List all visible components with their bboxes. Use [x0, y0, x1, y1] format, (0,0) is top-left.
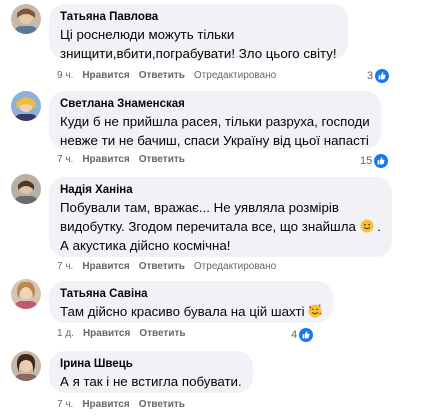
reactions-summary[interactable]: 15	[360, 153, 389, 169]
like-button[interactable]: Нравится	[82, 153, 129, 167]
comment-text-line: Там дійсно красиво бувала на цій шахті	[60, 302, 322, 321]
like-reaction-icon	[299, 328, 314, 342]
reply-button[interactable]: Ответить	[139, 153, 185, 167]
slightly-smiling-face-emoji	[360, 219, 374, 233]
avatar-photo	[11, 279, 41, 309]
reply-button[interactable]: Ответить	[139, 327, 185, 341]
comment-meta: 7 ч. Нравится Ответить	[57, 153, 194, 167]
comment-text-line: знищити,вбити,пограбувати! Зло цього сві…	[60, 46, 337, 61]
avatar-photo	[11, 4, 41, 34]
comment-author[interactable]: Светлана Знаменская	[60, 97, 370, 112]
comment-meta: 1 д. Нравится Ответить	[57, 327, 195, 341]
comment-bubble: Светлана Знаменская Куди б не прийшла ра…	[49, 91, 381, 149]
comment-meta: 9 ч. Нравится Ответить Отредактировано	[57, 69, 285, 83]
comment-author[interactable]: Татьяна Павлова	[60, 10, 337, 25]
avatar-photo	[11, 91, 41, 121]
comment-text-segment: Там дійсно красиво бувала на цій шахті	[60, 304, 305, 319]
avatar[interactable]	[11, 91, 41, 121]
comment-text-line: А я так і не встигла побувати.	[60, 374, 242, 389]
comment-bubble: Надія Ханіна Побували там, вражає... Не …	[49, 177, 392, 257]
reply-button[interactable]: Ответить	[139, 260, 185, 274]
reactions-summary[interactable]: 3	[367, 68, 390, 84]
reaction-count: 15	[360, 155, 373, 167]
comment-time[interactable]: 1 д.	[57, 327, 74, 341]
avatar[interactable]	[11, 4, 41, 34]
comment-author[interactable]: Надія Ханіна	[60, 183, 381, 198]
like-reaction-icon	[375, 69, 390, 83]
comment-text-line: Куди б не прийшла расея, тільки разруха,…	[60, 114, 370, 129]
comment-text-line: видобутку. Згодом перечитала все, що зна…	[60, 217, 381, 236]
comment-bubble: Ірина Швець А я так і не встигла побуват…	[49, 351, 253, 393]
reply-button[interactable]: Ответить	[139, 69, 185, 83]
reactions-summary[interactable]: 4	[291, 327, 314, 343]
like-button[interactable]: Нравится	[83, 327, 130, 341]
comments-feed: Татьяна Павлова Ці роснелюди можуть тіль…	[0, 0, 428, 416]
comment-author[interactable]: Ірина Швець	[60, 357, 242, 372]
avatar[interactable]	[11, 351, 41, 381]
comment-text-line: невже ти не бачиш, спаси Україну від цьо…	[60, 133, 369, 148]
edited-label[interactable]: Отредактировано	[194, 260, 276, 274]
comment-text-line: Побували там, вражає... Не уявляла розмі…	[60, 200, 339, 215]
comment-time[interactable]: 9 ч.	[57, 69, 73, 83]
reaction-count: 4	[291, 329, 298, 341]
comment-bubble: Татьяна Павлова Ці роснелюди можуть тіль…	[49, 4, 348, 61]
avatar-photo	[11, 174, 41, 204]
comment-text-line: Ці роснелюди можуть тільки	[60, 27, 235, 42]
like-reaction-icon	[374, 154, 389, 168]
comment-meta: 7 ч. Нравится Ответить Отредактировано	[57, 260, 285, 274]
reaction-count: 3	[367, 70, 374, 82]
comment-time[interactable]: 7 ч.	[57, 260, 73, 274]
comment-text-segment: видобутку. Згодом перечитала все, що зна…	[60, 219, 356, 234]
avatar[interactable]	[11, 279, 41, 309]
like-button[interactable]: Нравится	[82, 260, 129, 274]
comment-time[interactable]: 7 ч.	[57, 398, 73, 412]
avatar-photo	[11, 351, 41, 381]
avatar[interactable]	[11, 174, 41, 204]
reply-button[interactable]: Ответить	[139, 398, 185, 412]
comment-bubble: Татьяна Савіна Там дійсно красиво бувала…	[49, 281, 334, 323]
comment-text-line: А акустика дійсно космічна!	[60, 238, 231, 253]
like-button[interactable]: Нравится	[82, 398, 129, 412]
comment-text-segment: .	[377, 219, 381, 234]
comment-author[interactable]: Татьяна Савіна	[60, 287, 322, 302]
smiling-face-with-hearts-emoji	[308, 304, 322, 318]
like-button[interactable]: Нравится	[82, 69, 129, 83]
edited-label[interactable]: Отредактировано	[194, 69, 276, 83]
comment-meta: 7 ч. Нравится Ответить	[57, 398, 194, 412]
comment-time[interactable]: 7 ч.	[57, 153, 73, 167]
